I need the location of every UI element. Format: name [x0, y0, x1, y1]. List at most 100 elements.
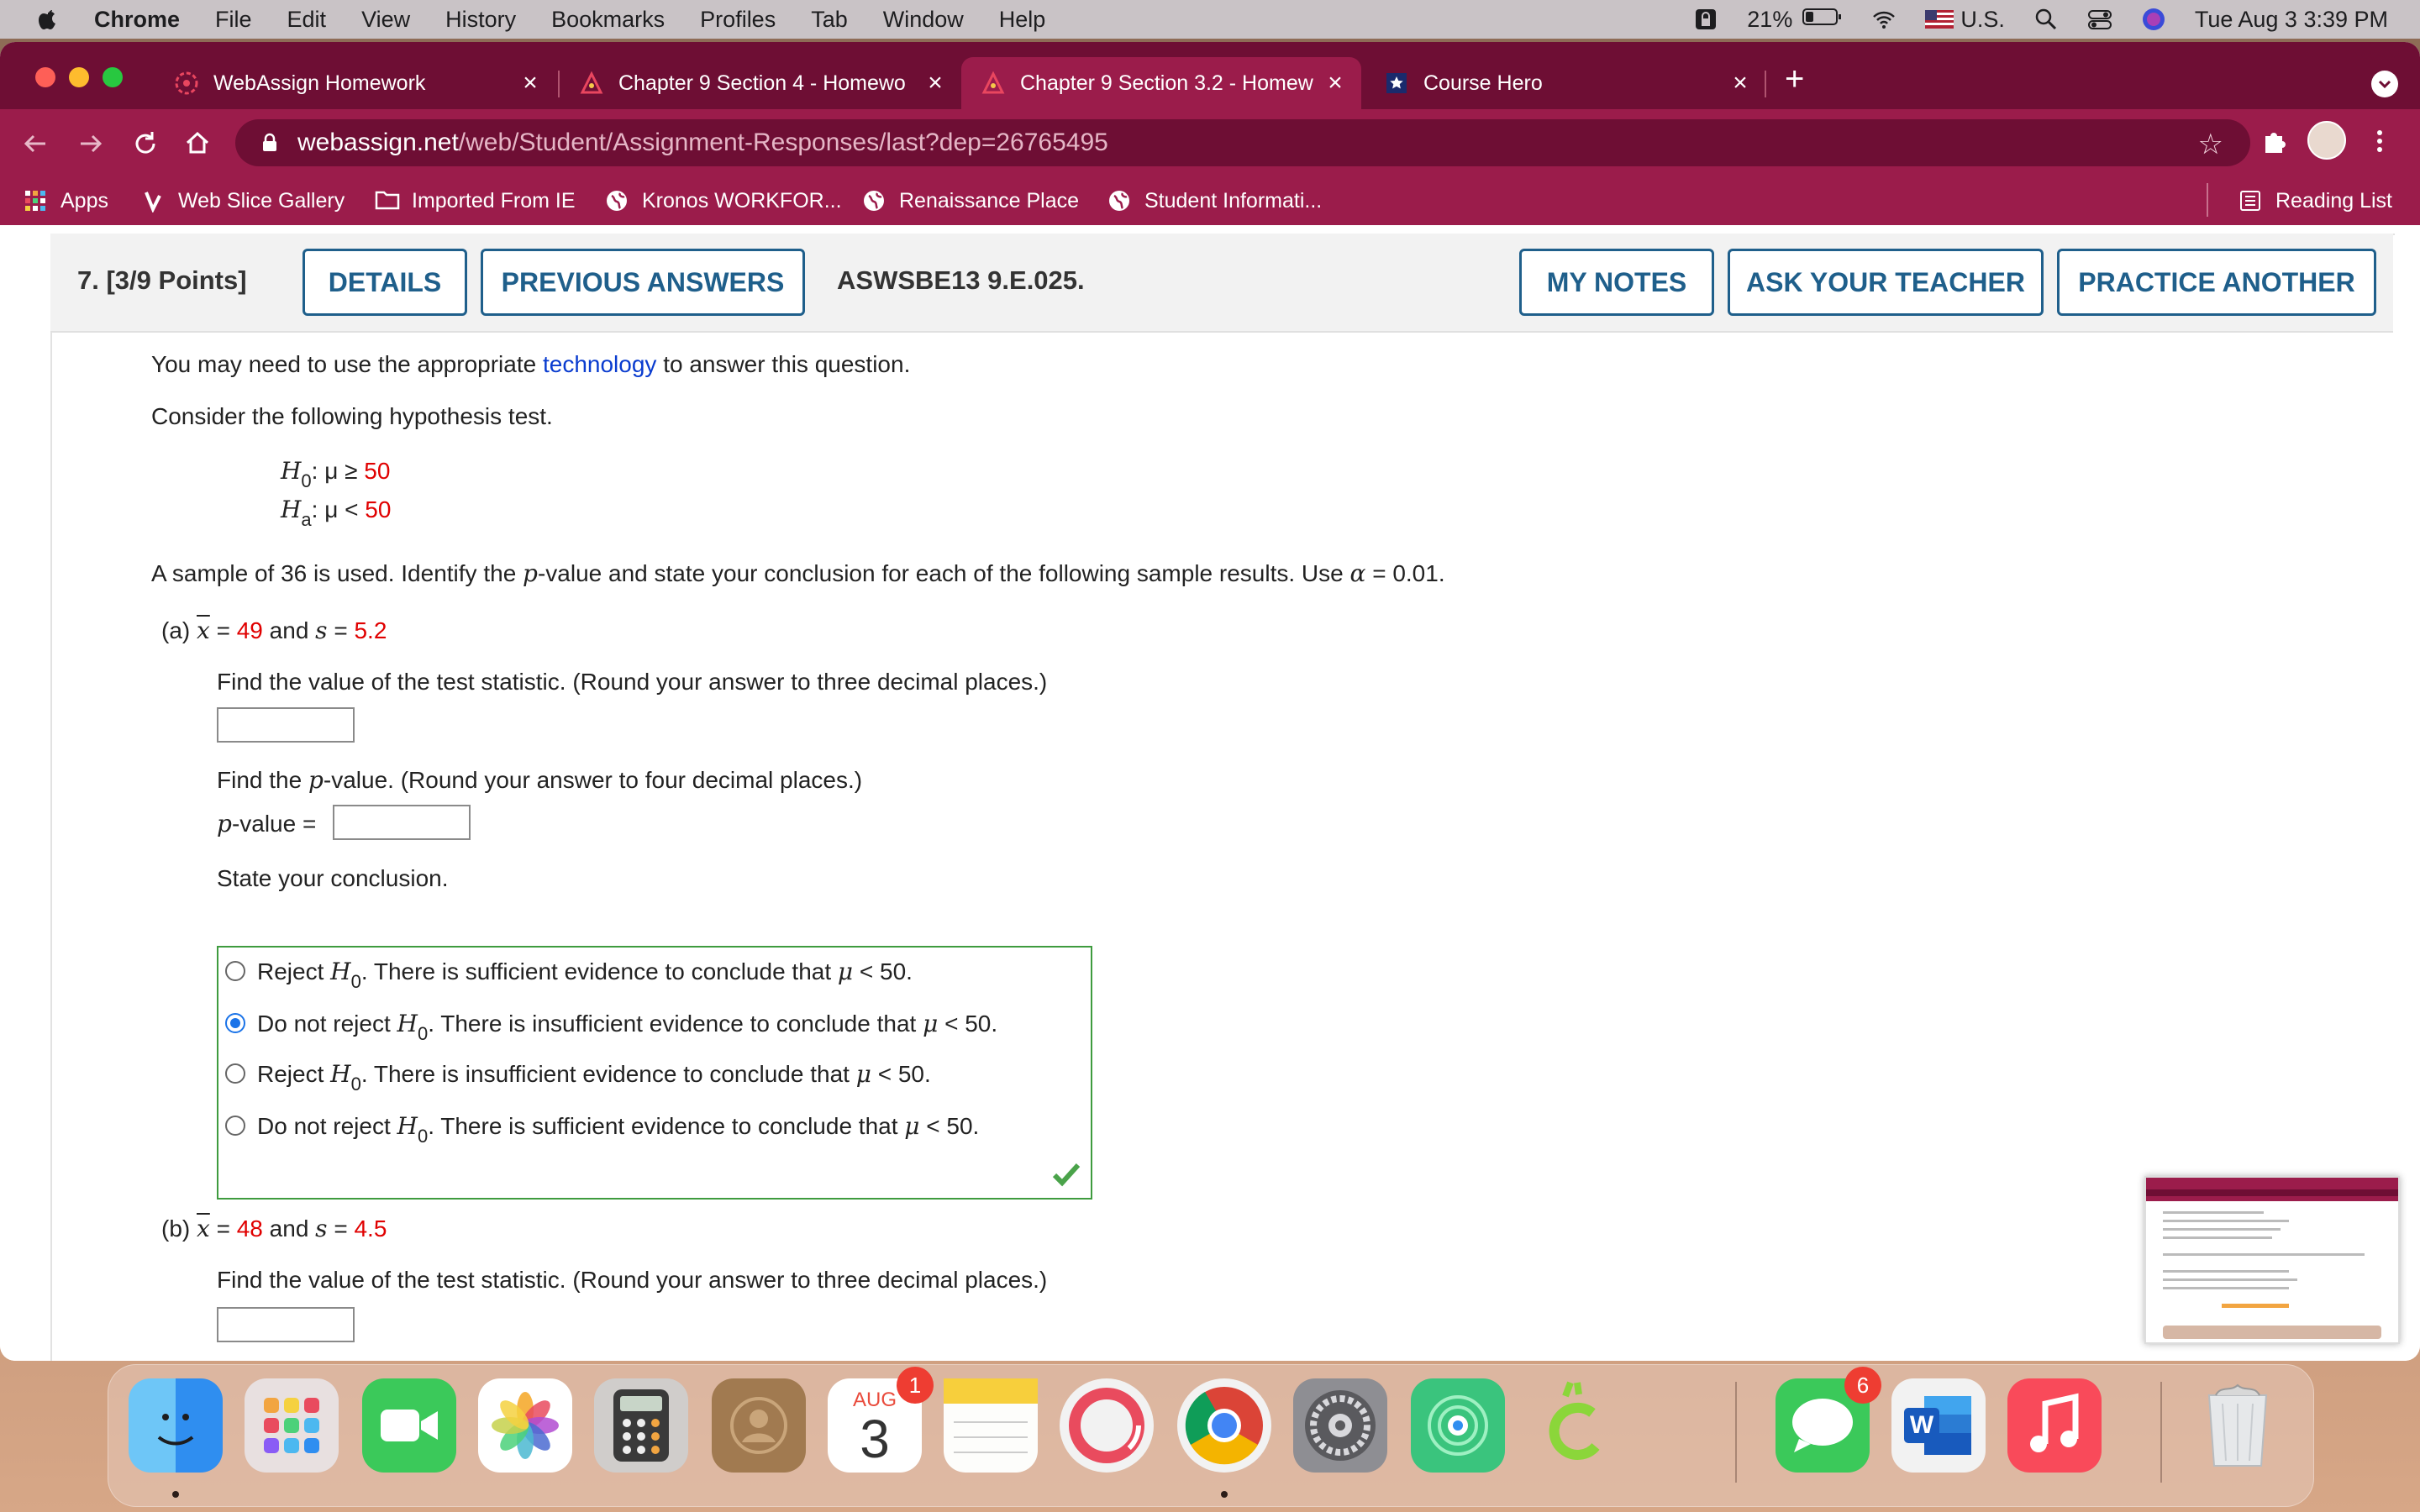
siri-icon[interactable]: [2141, 7, 2166, 32]
screenshot-thumbnail-preview[interactable]: [2144, 1176, 2400, 1344]
technology-link[interactable]: technology: [543, 351, 656, 377]
launchpad-icon[interactable]: [245, 1378, 339, 1473]
running-indicator: [172, 1491, 179, 1498]
find-my-icon[interactable]: [1411, 1378, 1505, 1473]
lock-icon[interactable]: [259, 132, 281, 154]
url-host: webassign.net: [297, 129, 459, 156]
close-tab-icon[interactable]: ×: [1323, 69, 1348, 97]
bookmark-renaissance-place[interactable]: Renaissance Place: [862, 185, 1079, 217]
contacts-icon[interactable]: [712, 1378, 806, 1473]
chrome-icon[interactable]: [1177, 1378, 1271, 1473]
screen-time-icon[interactable]: [1060, 1378, 1154, 1473]
wifi-icon[interactable]: [1871, 7, 1897, 32]
calendar-icon[interactable]: AUG 3 1: [828, 1367, 934, 1473]
spotlight-search-icon[interactable]: [2033, 7, 2059, 32]
part-a-test-statistic-input[interactable]: [217, 707, 355, 743]
close-tab-icon[interactable]: ×: [923, 69, 948, 97]
calculator-icon[interactable]: [594, 1378, 688, 1473]
messages-icon[interactable]: 6: [1776, 1367, 1881, 1473]
input-source[interactable]: U.S.: [1925, 7, 2005, 33]
my-notes-button[interactable]: MY NOTES: [1519, 249, 1714, 316]
part-a-pvalue-input[interactable]: [333, 805, 471, 840]
bookmark-star-icon[interactable]: ☆: [2198, 128, 2223, 161]
choice-radio-2-selected[interactable]: [225, 1013, 245, 1033]
menu-app-name[interactable]: Chrome: [94, 7, 180, 33]
webassign-icon: [578, 70, 605, 97]
menu-view[interactable]: View: [361, 7, 410, 33]
facetime-icon[interactable]: [362, 1378, 456, 1473]
finder-icon[interactable]: [129, 1378, 223, 1473]
choice-label-4[interactable]: Do not reject H0. There is sufficient ev…: [257, 1112, 979, 1147]
menu-profiles[interactable]: Profiles: [700, 7, 776, 33]
tab-chapter9-section4[interactable]: Chapter 9 Section 4 - Homewo ×: [560, 57, 961, 109]
menu-help[interactable]: Help: [999, 7, 1046, 33]
notes-icon[interactable]: [944, 1378, 1038, 1473]
reload-icon[interactable]: [126, 124, 165, 163]
bookmark-web-slice-gallery[interactable]: Web Slice Gallery: [141, 185, 345, 217]
part-b-test-statistic-prompt: Find the value of the test statistic. (R…: [217, 1267, 1048, 1293]
bookmark-student-information[interactable]: Student Informati...: [1107, 185, 1322, 217]
bookmark-label: Imported From IE: [412, 188, 576, 213]
macos-menu-bar: Chrome File Edit View History Bookmarks …: [0, 0, 2420, 39]
system-preferences-icon[interactable]: [1293, 1378, 1387, 1473]
choice-radio-1[interactable]: [225, 961, 245, 981]
new-tab-plus-icon[interactable]: +: [1785, 60, 1804, 98]
tab-title: Chapter 9 Section 4 - Homewo: [618, 71, 906, 95]
vpn-lock-icon[interactable]: [1693, 7, 1718, 32]
forward-arrow-icon[interactable]: [71, 124, 109, 163]
bookmark-apps[interactable]: Apps: [24, 185, 108, 217]
choice-radio-3[interactable]: [225, 1063, 245, 1084]
menu-history[interactable]: History: [445, 7, 516, 33]
menu-tab[interactable]: Tab: [811, 7, 848, 33]
photos-icon[interactable]: [478, 1378, 572, 1473]
running-indicator: [1221, 1491, 1228, 1498]
choice-label-2[interactable]: Do not reject H0. There is insufficient …: [257, 1010, 997, 1044]
trash-icon[interactable]: [2191, 1378, 2285, 1473]
menu-edit[interactable]: Edit: [287, 7, 327, 33]
menubar-clock[interactable]: Tue Aug 3 3:39 PM: [2195, 7, 2388, 33]
minimize-window-button[interactable]: [69, 67, 89, 87]
apple-logo-icon[interactable]: [35, 7, 60, 32]
webassign-icon: [173, 70, 200, 97]
part-a-conclusion-prompt: State your conclusion.: [217, 865, 449, 891]
choice-label-3[interactable]: Reject H0. There is insufficient evidenc…: [257, 1060, 931, 1095]
bookmark-kronos[interactable]: Kronos WORKFOR...: [605, 185, 842, 217]
close-window-button[interactable]: [35, 67, 55, 87]
control-center-icon[interactable]: [2087, 7, 2112, 32]
tab-search-chevron-icon[interactable]: [2371, 71, 2398, 97]
close-tab-icon[interactable]: ×: [1728, 69, 1753, 97]
reading-list-button[interactable]: Reading List: [2238, 185, 2392, 217]
tab-webassign-homework[interactable]: WebAssign Homework ×: [155, 57, 556, 109]
music-icon[interactable]: [2007, 1378, 2102, 1473]
chrome-menu-kebab-icon[interactable]: [2371, 124, 2388, 165]
extensions-puzzle-icon[interactable]: [2259, 124, 2292, 165]
sketch-app-icon[interactable]: [1527, 1378, 1621, 1473]
thumbnail-image-icon: [2146, 1178, 2398, 1339]
tab-course-hero[interactable]: Course Hero ×: [1365, 57, 1766, 109]
reading-list-icon: [2238, 189, 2262, 213]
part-b-test-statistic-input[interactable]: [217, 1307, 355, 1342]
address-bar[interactable]: webassign.net/web/Student/Assignment-Res…: [235, 119, 2250, 166]
details-button[interactable]: DETAILS: [302, 249, 467, 316]
battery-icon[interactable]: [1802, 7, 1843, 32]
ask-your-teacher-button[interactable]: ASK YOUR TEACHER: [1728, 249, 2044, 316]
choice-radio-4[interactable]: [225, 1116, 245, 1136]
bookmark-imported-from-ie[interactable]: Imported From IE: [375, 185, 576, 217]
profile-avatar[interactable]: [2307, 121, 2346, 160]
menu-bookmarks[interactable]: Bookmarks: [551, 7, 665, 33]
calendar-day: 3: [860, 1409, 890, 1469]
choice-label-1[interactable]: Reject H0. There is sufficient evidence …: [257, 958, 913, 992]
tab-chapter9-section32-active[interactable]: Chapter 9 Section 3.2 - Homew ×: [961, 57, 1361, 109]
zoom-window-button[interactable]: [103, 67, 123, 87]
close-tab-icon[interactable]: ×: [518, 69, 543, 97]
home-icon[interactable]: [178, 124, 217, 163]
menu-window[interactable]: Window: [883, 7, 964, 33]
null-hypothesis: H0: μ ≥ 50: [281, 457, 391, 491]
word-icon[interactable]: W: [1891, 1378, 1986, 1473]
bookmark-label: Web Slice Gallery: [178, 188, 345, 213]
part-a-test-statistic-prompt: Find the value of the test statistic. (R…: [217, 669, 1048, 695]
back-arrow-icon[interactable]: [17, 124, 55, 163]
menu-file[interactable]: File: [215, 7, 252, 33]
practice-another-button[interactable]: PRACTICE ANOTHER: [2057, 249, 2376, 316]
previous-answers-button[interactable]: PREVIOUS ANSWERS: [481, 249, 805, 316]
